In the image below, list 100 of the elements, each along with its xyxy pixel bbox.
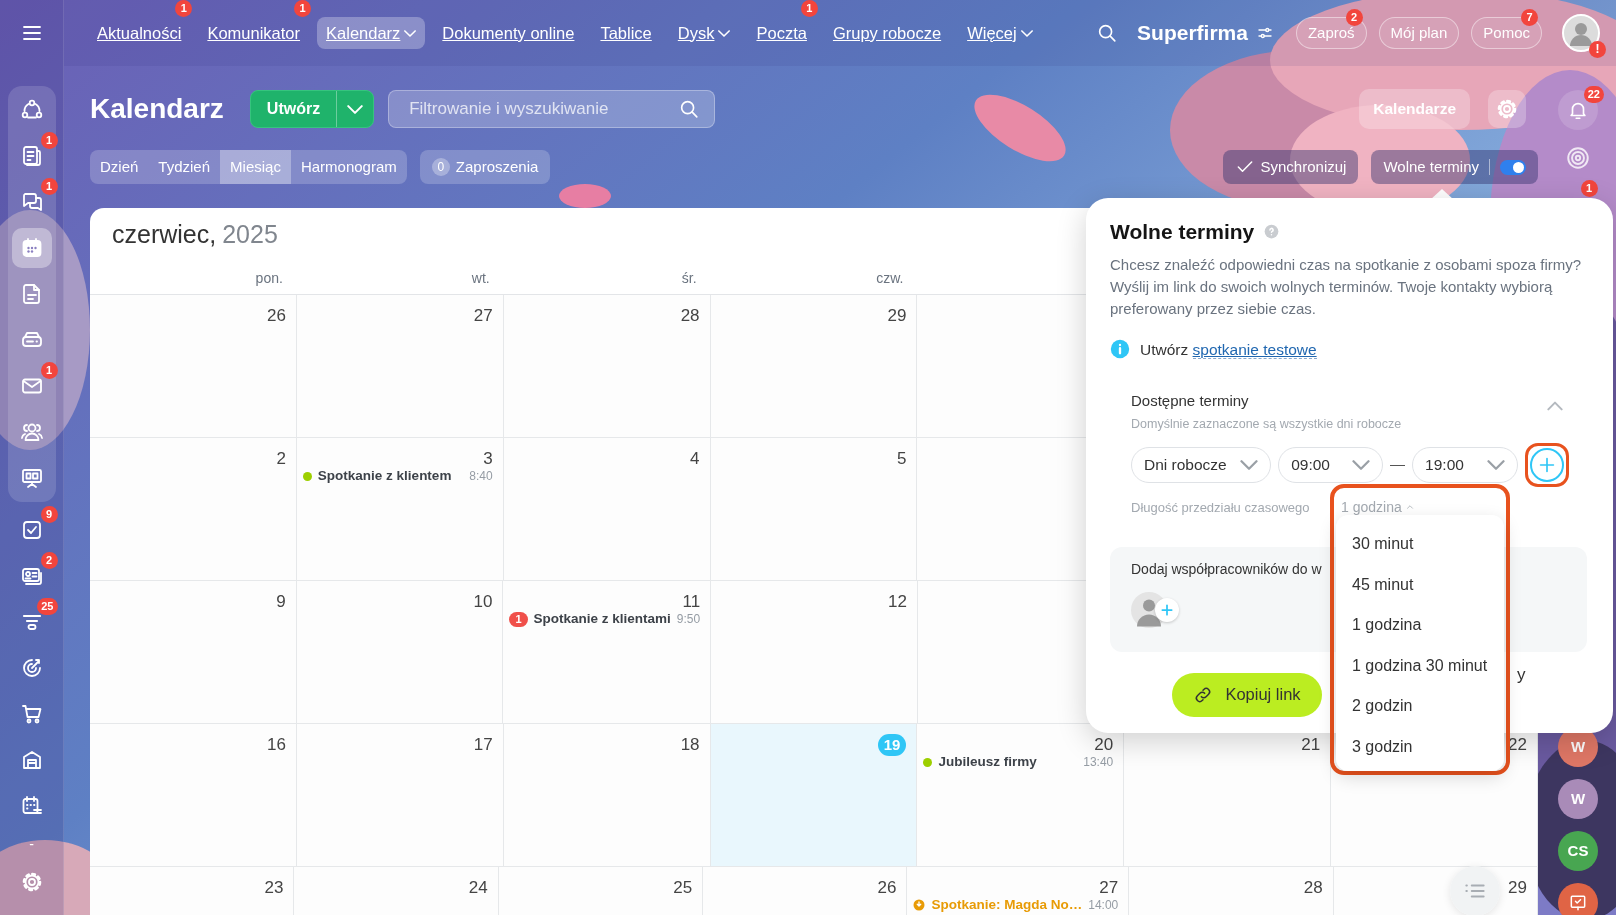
nav-link[interactable]: Dokumenty online — [433, 16, 584, 50]
day-number: 26 — [266, 305, 286, 327]
nav-link[interactable]: Więcej — [958, 16, 1042, 50]
day-cell[interactable]: 27 — [296, 295, 504, 438]
day-number: 5 — [896, 448, 907, 470]
nav-link[interactable]: Komunikator — [198, 16, 310, 50]
notifications-button[interactable] — [1558, 90, 1598, 130]
day-number: 18 — [680, 734, 700, 756]
event-title: Jubileusz firmy — [938, 753, 1037, 771]
weekday-label: czw. — [875, 269, 905, 288]
dropdown-option[interactable]: 1 godzina — [1336, 604, 1504, 645]
toggle-control[interactable]: Wolne terminy — [1371, 150, 1538, 184]
day-number: 29 — [1508, 877, 1527, 899]
event-title: Spotkanie z klientem — [317, 467, 452, 485]
day-cell[interactable]: 28 — [503, 295, 711, 438]
day-number: 9 — [276, 591, 286, 613]
day-cell[interactable]: 16 — [90, 724, 297, 867]
event-title: Spotkanie z klientami — [533, 610, 671, 628]
popover-title: Wolne terminy — [1110, 219, 1255, 245]
weekday-label: pon. — [254, 269, 284, 288]
event-time: 9:50 — [676, 611, 701, 629]
settings-icon — [1495, 97, 1519, 121]
day-cell[interactable]: 17 — [296, 724, 504, 867]
event-time: 8:40 — [469, 468, 493, 486]
caret-icon — [1240, 459, 1259, 470]
dropdown-option[interactable]: 1 godzina 30 minut — [1336, 644, 1504, 685]
link[interactable]: spotkanie testowe — [1192, 340, 1317, 359]
day-number: 23 — [264, 877, 284, 899]
day-number: 10 — [473, 591, 493, 613]
dropdown-option[interactable]: 45 minut — [1336, 563, 1504, 604]
search-icon — [678, 98, 701, 120]
count-badge: 0 — [431, 158, 450, 176]
day-cell[interactable]: 29 — [710, 295, 918, 438]
day-number: 20 — [1094, 734, 1114, 756]
nav-link[interactable]: Tablice — [591, 16, 661, 50]
nav-link[interactable]: Dysk — [668, 16, 740, 50]
avatar[interactable] — [1562, 14, 1600, 52]
nav-link[interactable]: Aktualności — [88, 16, 191, 50]
weekday-label: wt. — [470, 269, 491, 288]
dropdown-option[interactable]: 30 minut — [1336, 523, 1504, 564]
day-number: 27 — [473, 305, 493, 327]
page-title: Kalendarz — [90, 92, 224, 126]
day-number: 26 — [877, 877, 897, 899]
day-number: 28 — [680, 305, 700, 327]
day-cell[interactable]: 11 1 Spotkanie z klientami 9:50 — [503, 581, 712, 724]
day-cell[interactable]: 18 — [503, 724, 711, 867]
sync-button[interactable]: Synchronizuj — [1222, 150, 1359, 184]
day-number: 11 — [682, 591, 701, 613]
day-number: 28 — [1303, 877, 1323, 899]
company-name: Superfirma — [1137, 20, 1248, 47]
day-number: 12 — [887, 591, 907, 613]
range-dash: — — [1390, 454, 1406, 475]
plus-icon — [1160, 602, 1174, 617]
select-field[interactable]: 09:00 — [1278, 446, 1384, 483]
settings-button[interactable] — [1488, 90, 1526, 128]
caret-icon — [1404, 502, 1415, 512]
day-number: 25 — [673, 877, 693, 899]
sidebar-button[interactable] — [11, 228, 52, 268]
cart-icon — [19, 702, 44, 726]
select-field[interactable]: Dni robocze — [1131, 446, 1272, 483]
section-hint: Domyślnie zaznaczone są wszystkie dni robocze — [1131, 415, 1403, 433]
copy-link-button[interactable]: Kopiuj link — [1172, 672, 1322, 717]
count-badge: 25 — [37, 598, 58, 615]
count-badge: 1 — [509, 611, 528, 627]
day-cell[interactable]: 10 — [296, 581, 504, 724]
day-cell[interactable]: 5 — [710, 438, 918, 581]
duration-label: Długość przedziału czasowego — [1131, 498, 1311, 517]
dropdown-option[interactable]: 2 godzin — [1336, 685, 1504, 726]
day-number: 4 — [690, 448, 700, 470]
info-icon — [1110, 339, 1130, 360]
nav-link[interactable]: Grupy robocze — [823, 16, 951, 50]
day-number: 19 — [877, 734, 907, 756]
button-label: y — [1517, 664, 1526, 686]
day-cell[interactable]: 9 — [90, 581, 297, 724]
day-cell[interactable]: 2 — [90, 438, 297, 581]
month-label: czerwiec, — [112, 219, 217, 251]
presentation-icon — [19, 466, 44, 490]
year-label: 2025 — [222, 219, 278, 251]
search-icon — [1096, 22, 1119, 44]
description: Chcesz znaleźć odpowiedni czas na spotkanie z osobami spoza firmy? Wyślij im link do swoich wolnych terminów. Twoje kontakty wybiorą preferowany przez siebie czas. — [1110, 254, 1583, 319]
help-icon — [1264, 224, 1280, 240]
day-number: 24 — [468, 877, 488, 899]
day-cell[interactable]: 26 — [90, 295, 297, 438]
select-field[interactable]: 19:00 — [1412, 446, 1518, 483]
add-button[interactable] — [1155, 597, 1179, 622]
day-number: 16 — [266, 734, 286, 756]
search-input[interactable]: Filtrowanie i wyszukiwanie — [407, 95, 679, 123]
toggle-label: Wolne terminy — [1383, 156, 1479, 177]
dropdown-option[interactable]: 3 godzin — [1336, 725, 1504, 766]
caret-icon — [1352, 459, 1371, 470]
day-number: 17 — [473, 734, 493, 756]
search-field[interactable]: Filtrowanie i wyszukiwanie — [388, 90, 716, 128]
event-time: 13:40 — [1083, 754, 1114, 772]
nav-link[interactable]: Poczta — [747, 16, 816, 50]
day-cell[interactable]: 4 — [503, 438, 711, 581]
collaborators-label: Dodaj współpracowników do w — [1131, 559, 1323, 579]
task-icon — [1568, 893, 1588, 913]
day-cell[interactable]: 3 Spotkanie z klientem 8:40 — [296, 438, 504, 581]
day-cell[interactable]: 12 — [711, 581, 918, 724]
caret-icon — [1487, 459, 1505, 470]
